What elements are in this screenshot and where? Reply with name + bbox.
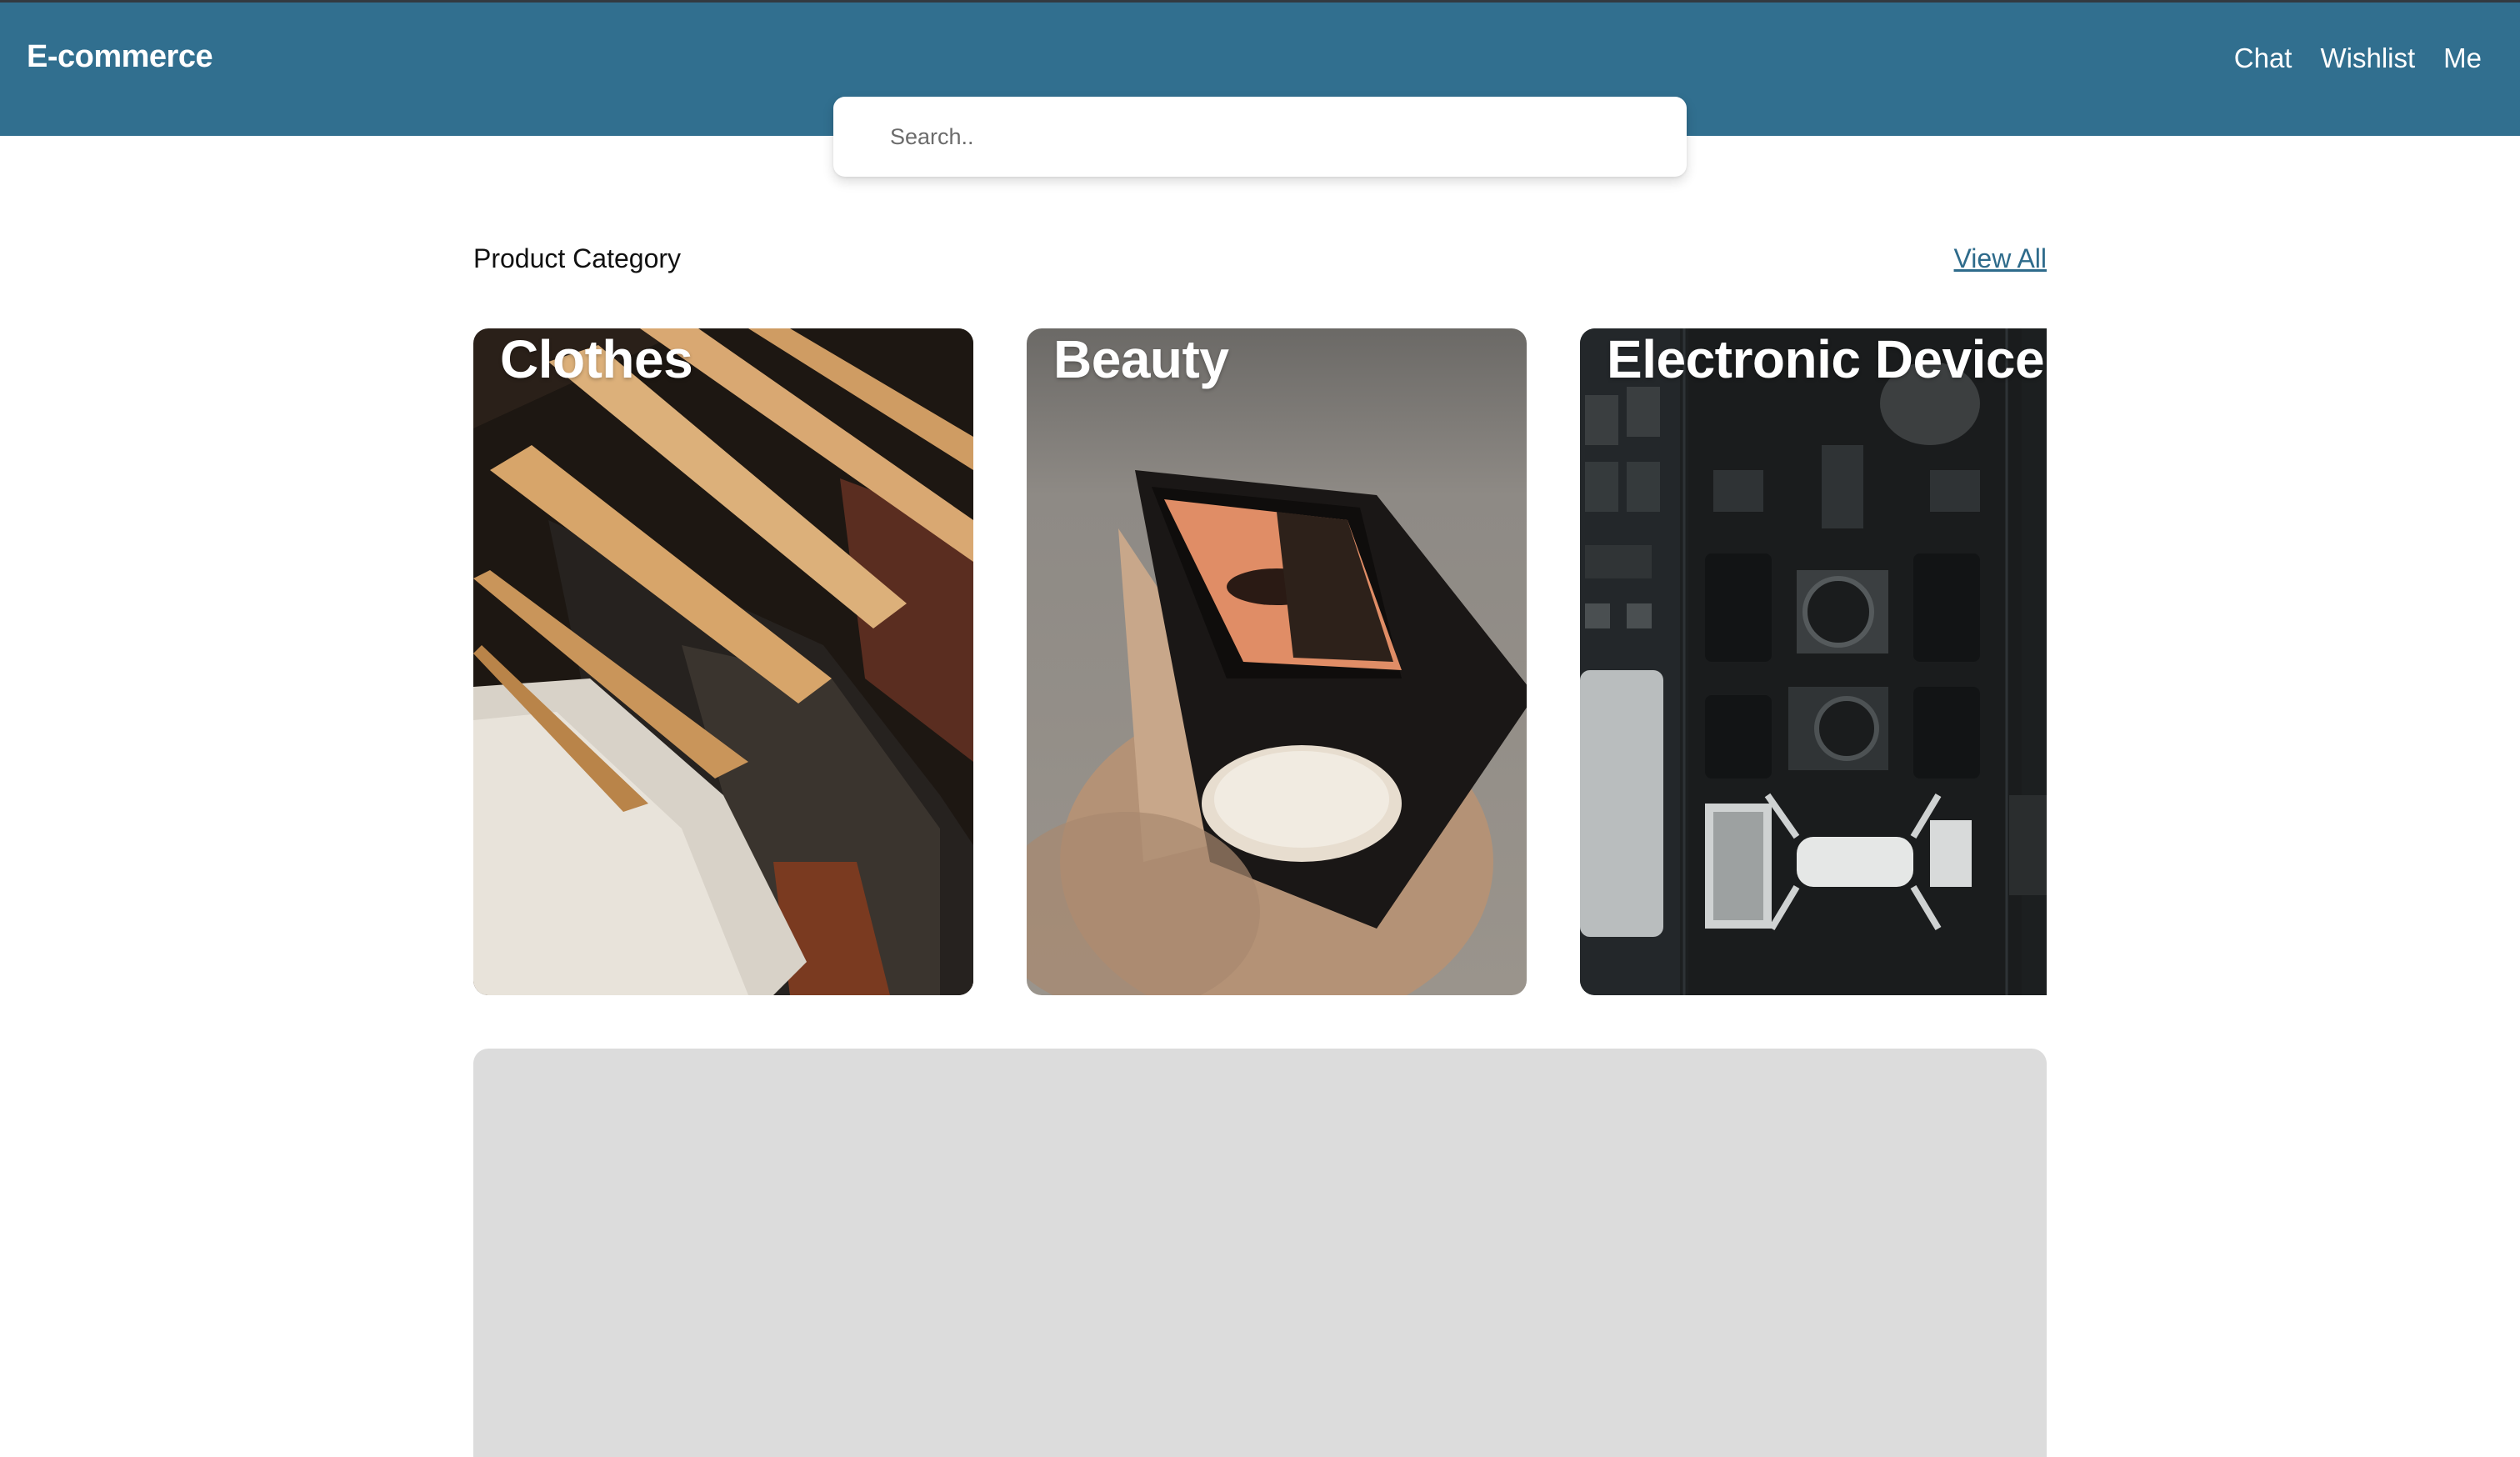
- category-card-electronic-device[interactable]: Electronic Device: [1580, 328, 2047, 995]
- nav-chat[interactable]: Chat: [2234, 43, 2292, 74]
- promo-banner-placeholder: [473, 1049, 2047, 1457]
- category-carousel: Clothes Beauty Electronic Device: [473, 328, 2047, 995]
- nav-me[interactable]: Me: [2443, 43, 2482, 74]
- main-nav: Chat Wishlist Me: [2234, 43, 2482, 74]
- category-card-clothes[interactable]: Clothes: [473, 328, 973, 995]
- category-label-beauty: Beauty: [1053, 329, 1229, 389]
- clothes-photo: [473, 328, 973, 995]
- category-card-beauty[interactable]: Beauty: [1027, 328, 1527, 995]
- search-box: [833, 97, 1687, 177]
- category-label-electronic-device: Electronic Device: [1607, 329, 2045, 389]
- beauty-photo: [1027, 328, 1527, 995]
- search-input[interactable]: [890, 115, 1640, 158]
- category-label-clothes: Clothes: [500, 329, 693, 389]
- brand-logo[interactable]: E-commerce: [27, 39, 213, 75]
- electronic-device-photo: [1580, 328, 2047, 995]
- view-all-link[interactable]: View All: [1954, 243, 2047, 274]
- nav-wishlist[interactable]: Wishlist: [2320, 43, 2415, 74]
- section-title: Product Category: [473, 243, 682, 273]
